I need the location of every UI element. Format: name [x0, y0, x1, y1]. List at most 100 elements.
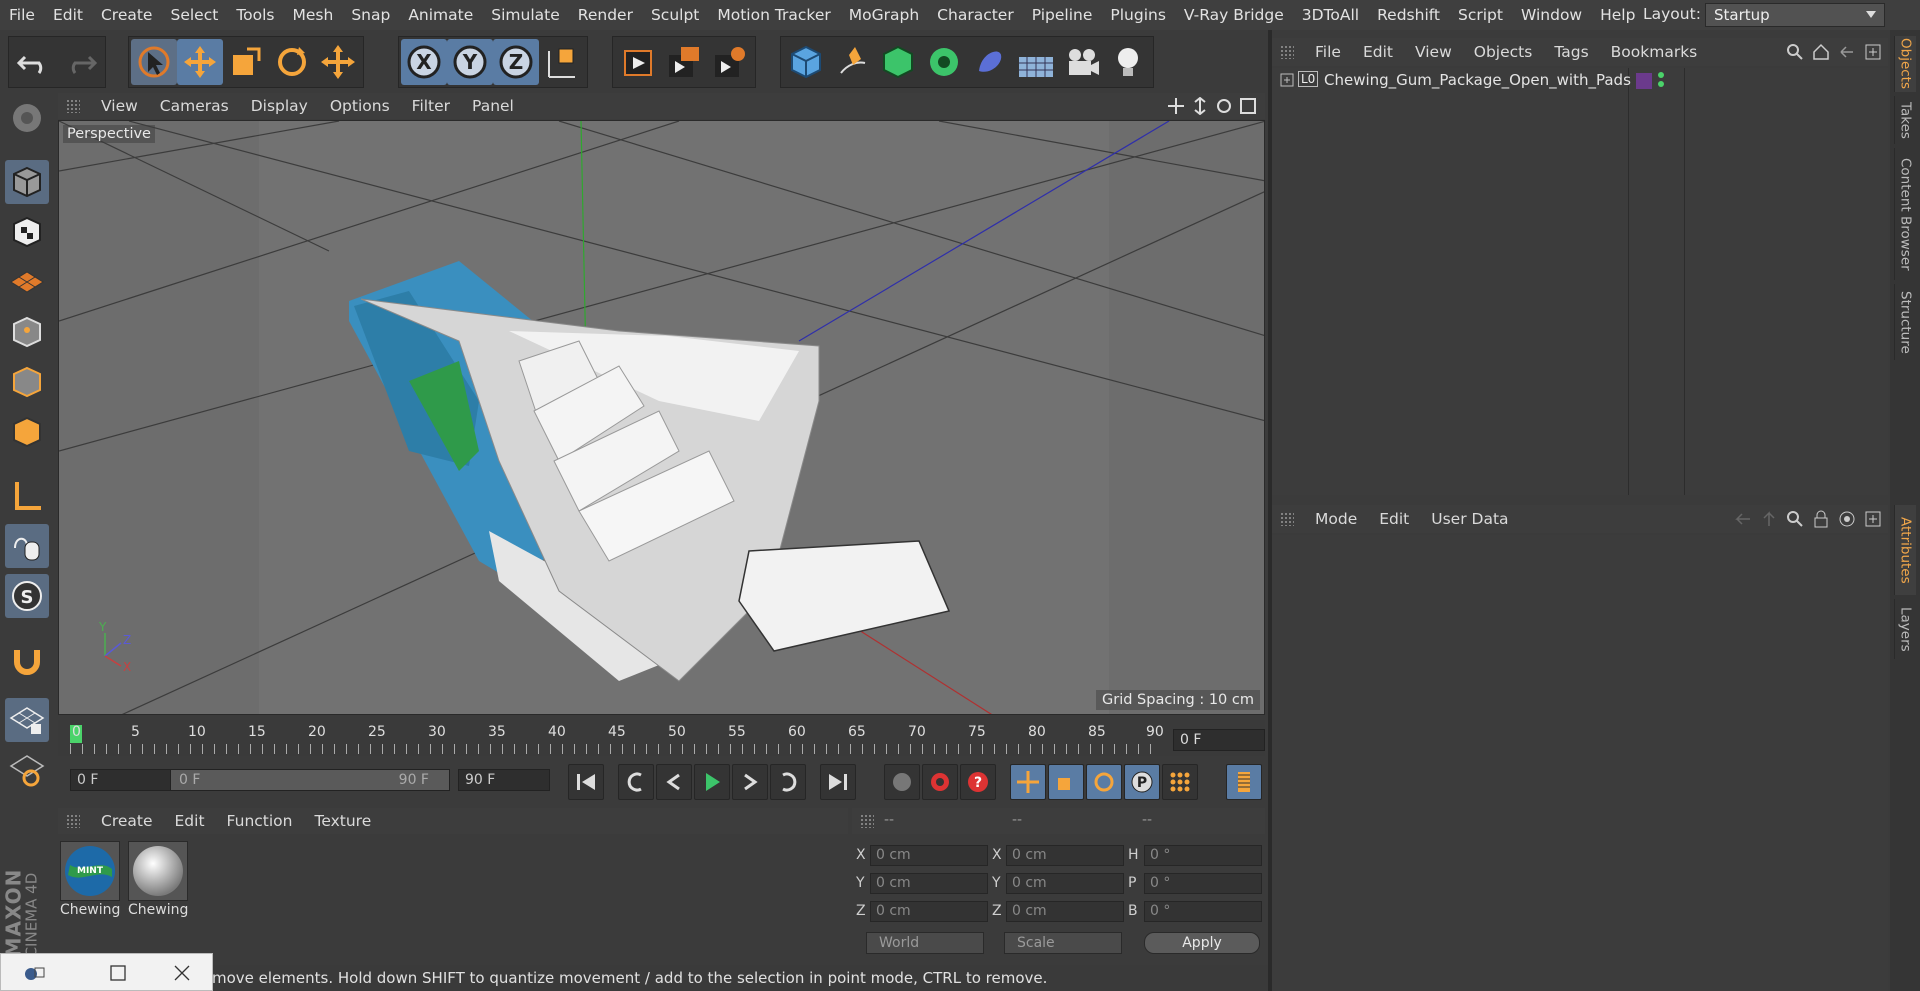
viewport-menu-panel[interactable]: Panel [461, 97, 525, 115]
menu-snap[interactable]: Snap [342, 6, 399, 24]
editor-visibility-dot[interactable] [1658, 72, 1664, 78]
lock-icon[interactable] [1812, 510, 1830, 528]
menu-simulate[interactable]: Simulate [482, 6, 569, 24]
camera-icon[interactable] [1059, 39, 1105, 85]
planar-workplane-icon[interactable] [5, 748, 49, 792]
rotation-h-field[interactable]: 0 ° [1144, 845, 1262, 866]
panel-grip-icon[interactable] [1280, 45, 1294, 59]
material-item[interactable]: MINT Chewing [60, 841, 120, 921]
rotate-icon[interactable] [269, 39, 315, 85]
pen-icon[interactable] [829, 39, 875, 85]
previous-key-icon[interactable] [618, 764, 654, 800]
deformer-icon[interactable] [967, 39, 1013, 85]
render-visibility-dot[interactable] [1658, 81, 1664, 87]
back-arrow-icon[interactable] [1734, 510, 1752, 528]
key-point-level-icon[interactable] [1162, 764, 1198, 800]
viewport-menu-filter[interactable]: Filter [401, 97, 461, 115]
cube-icon[interactable] [783, 39, 829, 85]
layout-select[interactable]: Startup [1705, 3, 1885, 27]
start-frame-field[interactable]: 0 F [70, 769, 172, 791]
render-settings-icon[interactable] [707, 39, 753, 85]
tab-takes[interactable]: Takes [1894, 96, 1916, 144]
locked-workplane-icon[interactable] [5, 698, 49, 742]
tab-layers[interactable]: Layers [1894, 599, 1916, 659]
go-to-end-icon[interactable] [820, 764, 856, 800]
menu-render[interactable]: Render [569, 6, 642, 24]
material-menu-create[interactable]: Create [90, 812, 164, 830]
texture-mode-icon[interactable] [5, 210, 49, 254]
viewport-menu-options[interactable]: Options [319, 97, 401, 115]
pan-icon[interactable] [1167, 97, 1185, 115]
menu-animate[interactable]: Animate [399, 6, 482, 24]
z-axis-icon[interactable]: Z [493, 39, 539, 85]
maximize-view-icon[interactable] [1239, 97, 1257, 115]
material-menu-edit[interactable]: Edit [164, 812, 216, 830]
objects-menu-bookmarks[interactable]: Bookmarks [1600, 43, 1709, 61]
coordinate-system-icon[interactable] [539, 39, 585, 85]
tab-content-browser[interactable]: Content Browser [1894, 148, 1916, 280]
subdivision-icon[interactable] [875, 39, 921, 85]
snap-icon[interactable] [5, 638, 49, 682]
size-x-field[interactable]: 0 cm [1006, 845, 1124, 866]
frame-range-slider[interactable]: 0 F 90 F [170, 769, 450, 791]
menu-select[interactable]: Select [161, 6, 227, 24]
render-picture-viewer-icon[interactable] [661, 39, 707, 85]
menu-mograph[interactable]: MoGraph [840, 6, 928, 24]
tab-structure[interactable]: Structure [1894, 284, 1916, 360]
menu-mesh[interactable]: Mesh [284, 6, 343, 24]
expand-icon[interactable] [1280, 73, 1294, 87]
new-panel-icon[interactable] [1864, 43, 1882, 61]
live-selection-icon[interactable] [131, 39, 177, 85]
position-z-field[interactable]: 0 cm [870, 901, 988, 922]
panel-grip-icon[interactable] [66, 814, 80, 828]
polygons-mode-icon[interactable] [5, 410, 49, 454]
search-icon[interactable] [1786, 510, 1804, 528]
menu-vray-bridge[interactable]: V-Ray Bridge [1175, 6, 1293, 24]
objects-menu-objects[interactable]: Objects [1463, 43, 1544, 61]
attributes-menu-mode[interactable]: Mode [1304, 510, 1368, 528]
light-icon[interactable] [1105, 39, 1151, 85]
autokeying-icon[interactable] [922, 764, 958, 800]
tab-attributes[interactable]: Attributes [1894, 505, 1916, 595]
scale-icon[interactable] [223, 39, 269, 85]
current-frame-field[interactable]: 0 F [1173, 729, 1265, 751]
cloner-icon[interactable] [921, 39, 967, 85]
menu-help[interactable]: Help [1591, 6, 1644, 24]
apply-button[interactable]: Apply [1144, 932, 1260, 954]
x-axis-icon[interactable]: X [401, 39, 447, 85]
viewport-3d[interactable]: Y Z X Perspective Grid Spacing : 10 cm [58, 120, 1265, 715]
make-editable-icon[interactable] [5, 96, 49, 140]
timeline-window-icon[interactable] [1226, 764, 1262, 800]
menu-script[interactable]: Script [1449, 6, 1512, 24]
rotation-b-field[interactable]: 0 ° [1144, 901, 1262, 922]
end-frame-field[interactable]: 90 F [458, 769, 550, 791]
go-to-start-icon[interactable] [568, 764, 604, 800]
maximize-icon[interactable] [109, 964, 127, 982]
render-view-icon[interactable] [615, 39, 661, 85]
points-mode-icon[interactable] [5, 310, 49, 354]
panel-grip-icon[interactable] [66, 99, 80, 113]
tab-objects[interactable]: Objects [1894, 36, 1916, 92]
objects-menu-edit[interactable]: Edit [1352, 43, 1404, 61]
menu-redshift[interactable]: Redshift [1368, 6, 1449, 24]
key-scale-icon[interactable] [1048, 764, 1084, 800]
edges-mode-icon[interactable] [5, 360, 49, 404]
solo-mode-icon[interactable]: S [5, 574, 49, 618]
material-menu-texture[interactable]: Texture [303, 812, 382, 830]
menu-sculpt[interactable]: Sculpt [642, 6, 708, 24]
floor-icon[interactable] [1013, 39, 1059, 85]
dolly-icon[interactable] [1191, 97, 1209, 115]
timeline-ruler[interactable]: 0 5 10 15 20 25 30 35 40 45 50 55 60 65 … [58, 720, 1265, 756]
next-frame-icon[interactable] [732, 764, 768, 800]
key-parameter-icon[interactable]: P [1124, 764, 1160, 800]
material-item[interactable]: Chewing [128, 841, 188, 921]
position-x-field[interactable]: 0 cm [870, 845, 988, 866]
coordinate-mode-select[interactable]: World [866, 932, 984, 954]
redo-icon[interactable] [57, 39, 103, 85]
up-arrow-icon[interactable] [1760, 510, 1778, 528]
menu-plugins[interactable]: Plugins [1101, 6, 1175, 24]
record-active-objects-icon[interactable] [884, 764, 920, 800]
orbit-icon[interactable] [1215, 97, 1233, 115]
menu-3dtoall[interactable]: 3DToAll [1293, 6, 1368, 24]
play-icon[interactable] [694, 764, 730, 800]
